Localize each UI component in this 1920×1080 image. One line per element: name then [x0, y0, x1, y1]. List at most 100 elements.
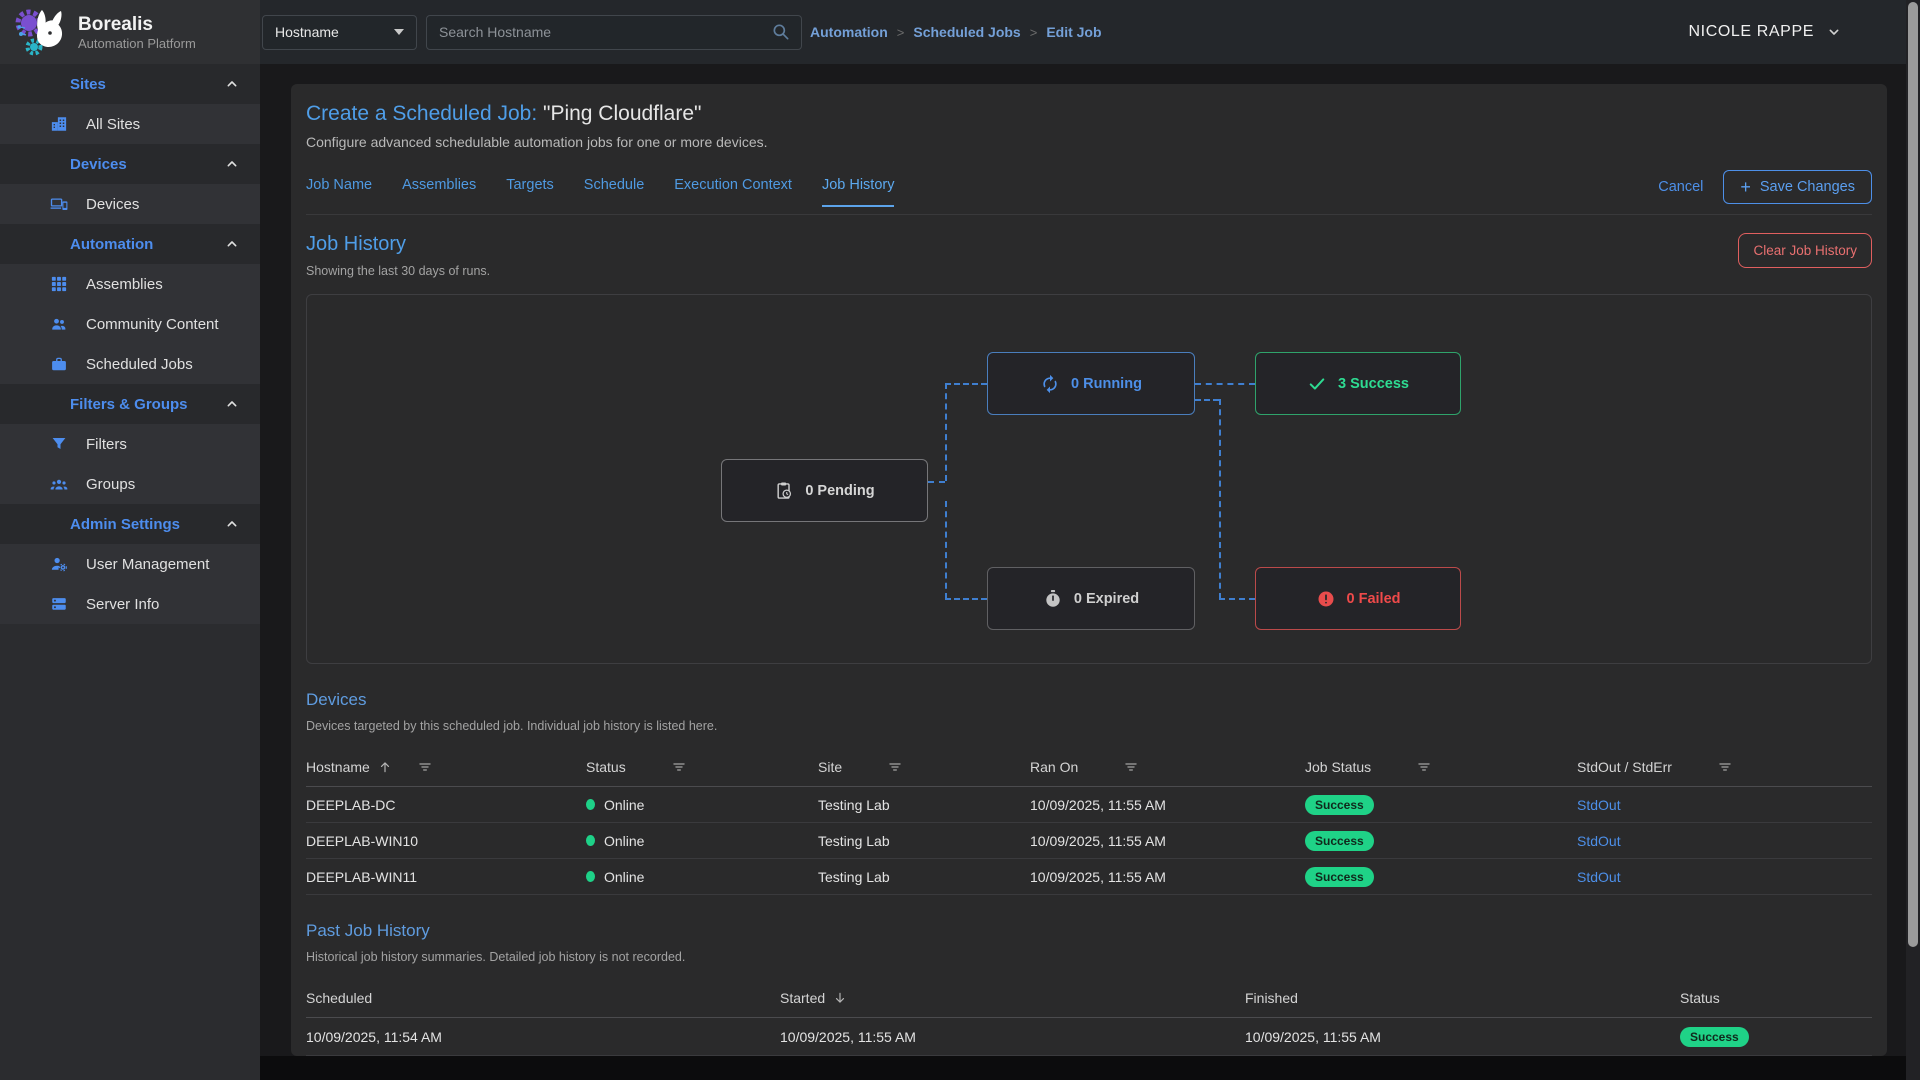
- column-header-started[interactable]: Started: [780, 990, 1245, 1006]
- flow-connector: [928, 481, 945, 483]
- failed-count-label: 0 Failed: [1347, 591, 1401, 607]
- job-history-heading-block: Job History Showing the last 30 days of …: [306, 233, 490, 278]
- sidebar-section-devices[interactable]: Devices: [0, 144, 260, 184]
- filter-icon[interactable]: [672, 760, 686, 774]
- pending-clipboard-icon: [774, 481, 794, 501]
- sidebar-section-filters-groups[interactable]: Filters & Groups: [0, 384, 260, 424]
- sidebar-section-admin-settings[interactable]: Admin Settings: [0, 504, 260, 544]
- tab-execution-context[interactable]: Execution Context: [674, 177, 792, 207]
- column-header-hostname[interactable]: Hostname: [306, 759, 586, 775]
- sidebar-section-label: Devices: [70, 156, 224, 173]
- sidebar-item-filters[interactable]: Filters: [0, 424, 260, 464]
- flow-connector: [945, 383, 987, 385]
- tab-targets[interactable]: Targets: [506, 177, 554, 207]
- building-icon: [50, 115, 68, 133]
- filter-icon[interactable]: [1417, 760, 1431, 774]
- finished-cell: 10/09/2025, 11:55 AM: [1245, 1029, 1680, 1045]
- sidebar-item-label: User Management: [86, 556, 209, 573]
- tab-bar: Job Name Assemblies Targets Schedule Exe…: [306, 170, 1872, 215]
- status-cell: Online: [586, 833, 818, 849]
- sidebar-item-scheduled-jobs[interactable]: Scheduled Jobs: [0, 344, 260, 384]
- edit-job-card: Create a Scheduled Job: "Ping Cloudflare…: [291, 84, 1887, 1056]
- sidebar-item-community-content[interactable]: Community Content: [0, 304, 260, 344]
- column-header-ran-on[interactable]: Ran On: [1030, 759, 1305, 775]
- column-label: Status: [1680, 990, 1720, 1006]
- sidebar-section-automation[interactable]: Automation: [0, 224, 260, 264]
- sidebar-item-assemblies[interactable]: Assemblies: [0, 264, 260, 304]
- column-header-status[interactable]: Status: [1680, 990, 1872, 1006]
- sidebar-item-server-info[interactable]: Server Info: [0, 584, 260, 624]
- tab-assemblies[interactable]: Assemblies: [402, 177, 476, 207]
- breadcrumb: Automation > Scheduled Jobs > Edit Job: [810, 24, 1102, 40]
- devices-icon: [50, 195, 68, 213]
- stdout-cell: StdOut: [1577, 833, 1872, 849]
- sidebar-item-label: Server Info: [86, 596, 159, 613]
- job-history-heading: Job History: [306, 233, 490, 256]
- search-input[interactable]: [439, 24, 771, 40]
- filter-icon[interactable]: [1124, 760, 1138, 774]
- site-cell: Testing Lab: [818, 869, 1030, 885]
- site-cell: Testing Lab: [818, 833, 1030, 849]
- success-check-icon: [1307, 374, 1327, 394]
- sidebar-item-all-sites[interactable]: All Sites: [0, 104, 260, 144]
- filter-icon[interactable]: [1718, 760, 1732, 774]
- column-label: StdOut / StdErr: [1577, 759, 1672, 775]
- column-header-stdout-stderr[interactable]: StdOut / StdErr: [1577, 759, 1872, 775]
- pending-count-label: 0 Pending: [805, 483, 874, 499]
- column-header-status[interactable]: Status: [586, 759, 818, 775]
- online-dot-icon: [586, 871, 595, 882]
- column-header-job-status[interactable]: Job Status: [1305, 759, 1577, 775]
- search-box: [426, 15, 802, 50]
- stdout-link[interactable]: StdOut: [1577, 869, 1621, 885]
- stdout-link[interactable]: StdOut: [1577, 833, 1621, 849]
- save-changes-label: Save Changes: [1760, 179, 1855, 195]
- devices-subheading: Devices targeted by this scheduled job. …: [306, 719, 1872, 733]
- column-header-site[interactable]: Site: [818, 759, 1030, 775]
- page-scrollbar: [1906, 0, 1920, 1080]
- column-header-finished[interactable]: Finished: [1245, 990, 1680, 1006]
- sort-desc-icon: [833, 991, 847, 1005]
- borealis-rabbit-logo-icon: [14, 6, 66, 58]
- success-badge: Success: [1305, 795, 1374, 815]
- scrollbar-thumb[interactable]: [1908, 2, 1918, 947]
- filter-icon[interactable]: [888, 760, 902, 774]
- success-badge: Success: [1305, 831, 1374, 851]
- tab-job-name[interactable]: Job Name: [306, 177, 372, 207]
- user-menu[interactable]: NICOLE RAPPE: [1689, 23, 1842, 41]
- breadcrumb-separator: >: [1030, 25, 1038, 40]
- save-changes-button[interactable]: + Save Changes: [1723, 170, 1872, 204]
- cancel-button[interactable]: Cancel: [1658, 179, 1703, 195]
- hostname-cell: DEEPLAB-WIN10: [306, 833, 586, 849]
- column-header-scheduled[interactable]: Scheduled: [306, 990, 780, 1006]
- sidebar-section-sites[interactable]: Sites: [0, 64, 260, 104]
- column-label: Hostname: [306, 759, 370, 775]
- flow-connector: [1195, 383, 1255, 385]
- hostname-cell: DEEPLAB-WIN11: [306, 869, 586, 885]
- hostname-select-value: Hostname: [275, 24, 394, 40]
- stdout-link[interactable]: StdOut: [1577, 797, 1621, 813]
- sidebar-item-devices[interactable]: Devices: [0, 184, 260, 224]
- funnel-icon: [50, 435, 68, 453]
- tab-actions: Cancel + Save Changes: [1658, 170, 1872, 214]
- filter-icon[interactable]: [418, 760, 432, 774]
- hostname-select[interactable]: Hostname: [262, 15, 417, 50]
- chevron-up-icon: [224, 156, 240, 172]
- clear-job-history-button[interactable]: Clear Job History: [1738, 233, 1872, 268]
- main-column: Hostname Automation > Scheduled Jobs > E…: [260, 0, 1920, 1080]
- expired-timer-icon: [1043, 589, 1063, 609]
- ran-on-cell: 10/09/2025, 11:55 AM: [1030, 797, 1305, 813]
- ran-on-cell: 10/09/2025, 11:55 AM: [1030, 833, 1305, 849]
- tab-schedule[interactable]: Schedule: [584, 177, 644, 207]
- brand-subtitle: Automation Platform: [78, 36, 196, 51]
- past-job-row: 10/09/2025, 11:54 AM 10/09/2025, 11:55 A…: [306, 1018, 1872, 1056]
- sidebar-item-user-management[interactable]: User Management: [0, 544, 260, 584]
- user-gear-icon: [50, 555, 68, 573]
- sidebar-item-groups[interactable]: Groups: [0, 464, 260, 504]
- breadcrumb-scheduled-jobs[interactable]: Scheduled Jobs: [913, 24, 1020, 40]
- job-status-flow-panel: 0 Pending 0 Running 3 Success 0 Expired: [306, 294, 1872, 664]
- breadcrumb-edit-job[interactable]: Edit Job: [1046, 24, 1101, 40]
- breadcrumb-automation[interactable]: Automation: [810, 24, 888, 40]
- search-icon[interactable]: [771, 22, 791, 42]
- status-label: Online: [604, 833, 644, 849]
- tab-job-history[interactable]: Job History: [822, 177, 895, 207]
